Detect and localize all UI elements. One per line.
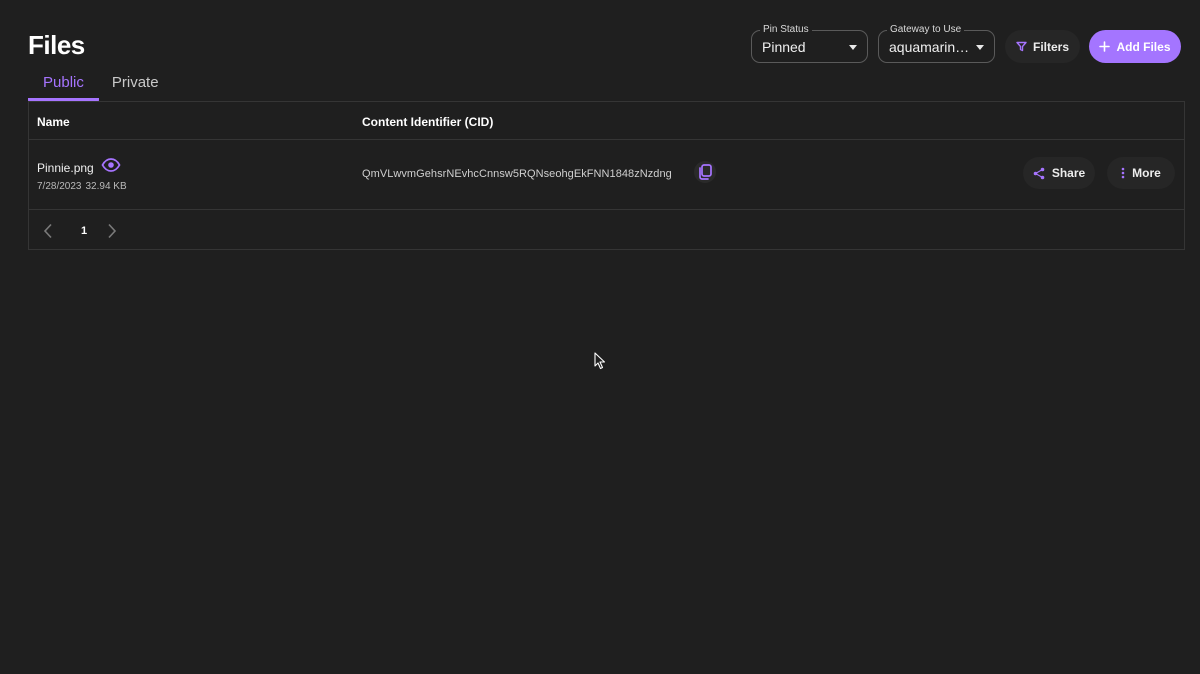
share-icon [1033,167,1045,179]
eye-icon[interactable] [101,157,121,173]
file-meta: 7/28/2023 32.94 KB [37,181,127,192]
tab-public[interactable]: Public [28,70,99,102]
table-header: Name Content Identifier (CID) [29,102,1184,140]
more-label: More [1132,166,1161,180]
caret-down-icon [976,45,984,50]
share-button[interactable]: Share [1023,157,1095,189]
page-number[interactable]: 1 [81,225,87,237]
share-label: Share [1051,166,1086,180]
filter-icon [1016,41,1027,52]
chevron-right-icon[interactable] [107,223,117,239]
tab-private[interactable]: Private [99,70,174,101]
gateway-select[interactable]: Gateway to Use aquamarin… [878,23,995,63]
gateway-value: aquamarin… [889,38,969,55]
file-date: 7/28/2023 [37,181,82,192]
pagination: 1 [29,210,1184,250]
page-title: Files [28,30,85,60]
filters-button[interactable]: Filters [1005,30,1080,63]
more-button[interactable]: More [1107,157,1175,189]
file-size: 32.94 KB [85,181,127,192]
files-table: Name Content Identifier (CID) Pinnie.png… [28,101,1185,250]
pin-status-legend: Pin Status [760,23,812,37]
add-files-button[interactable]: Add Files [1089,30,1181,63]
cursor-icon [594,352,606,370]
cid-value: QmVLwvmGehsrNEvhcCnnsw5RQNseohgEkFNN1848… [362,168,672,180]
pin-status-value: Pinned [762,38,806,55]
gateway-legend: Gateway to Use [887,23,965,37]
file-name[interactable]: Pinnie.png [37,161,94,175]
more-vertical-icon [1121,167,1125,179]
add-files-label: Add Files [1116,39,1171,54]
chevron-left-icon[interactable] [43,223,53,239]
caret-down-icon [849,45,857,50]
copy-icon [699,164,712,180]
copy-cid-button[interactable] [694,161,716,183]
filters-label: Filters [1032,39,1069,54]
tab-bar: Public Private [28,70,174,102]
table-row: Pinnie.png 7/28/2023 32.94 KB QmVLwvmGehs… [29,140,1184,210]
plus-icon [1099,41,1111,52]
column-header-cid: Content Identifier (CID) [362,115,494,129]
column-header-name: Name [37,115,70,129]
pin-status-select[interactable]: Pin Status Pinned [751,23,868,63]
